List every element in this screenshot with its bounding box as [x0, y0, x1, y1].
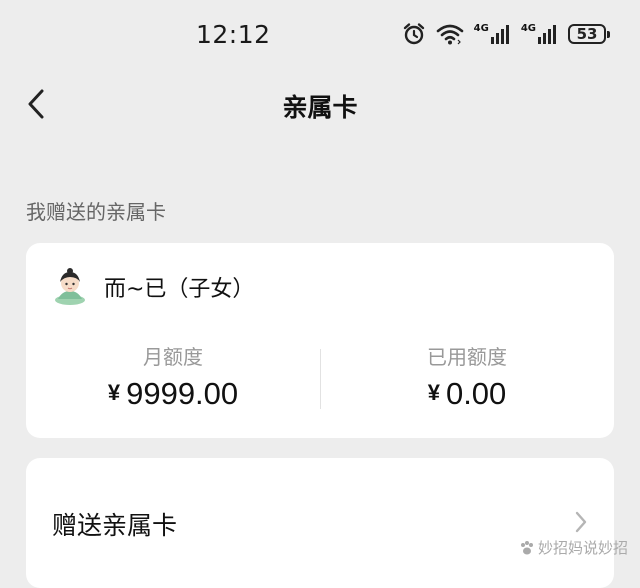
watermark-text: 妙招妈说妙招 — [537, 539, 628, 557]
section-title: 我赠送的亲属卡 — [26, 200, 166, 224]
member-name: 而~已（子女） — [104, 277, 255, 302]
used-quota-label: 已用额度 — [427, 345, 507, 369]
currency-symbol: ¥ — [427, 380, 440, 405]
paw-icon — [520, 540, 533, 554]
page-title: 亲属卡 — [282, 93, 358, 122]
avatar — [50, 267, 90, 307]
monthly-quota-value: ¥9999.00 — [26, 376, 320, 412]
used-quota-value: ¥0.00 — [320, 376, 614, 412]
used-quota: 已用额度 ¥0.00 — [320, 341, 614, 412]
gift-family-card-label: 赠送亲属卡 — [52, 511, 178, 540]
gift-family-card-button[interactable]: 赠送亲属卡 — [26, 458, 614, 588]
family-card-item[interactable]: 而~已（子女） 月额度 ¥9999.00 已用额度 ¥0.00 — [26, 243, 614, 438]
monthly-quota-label: 月额度 — [143, 345, 203, 369]
wifi-icon — [436, 23, 464, 45]
status-bar: 12:12 4G 4G 53 — [0, 0, 640, 70]
alarm-icon — [402, 22, 426, 46]
used-quota-amount: 0.00 — [445, 376, 507, 411]
chevron-right-icon — [575, 511, 587, 533]
signal-4g-icon: 4G — [521, 24, 558, 44]
watermark: 妙招妈说妙招 — [519, 537, 628, 558]
signal-4g-icon: 4G — [474, 24, 511, 44]
battery-level: 53 — [576, 25, 598, 43]
navigation-bar: 亲属卡 — [0, 70, 640, 140]
battery-icon: 53 — [568, 24, 610, 44]
status-time: 12:12 — [196, 20, 271, 49]
monthly-quota-amount: 9999.00 — [126, 376, 239, 411]
monthly-quota: 月额度 ¥9999.00 — [26, 341, 320, 412]
currency-symbol: ¥ — [107, 380, 121, 405]
member-row: 而~已（子女） — [50, 267, 254, 307]
status-icons: 4G 4G 53 — [402, 22, 610, 46]
